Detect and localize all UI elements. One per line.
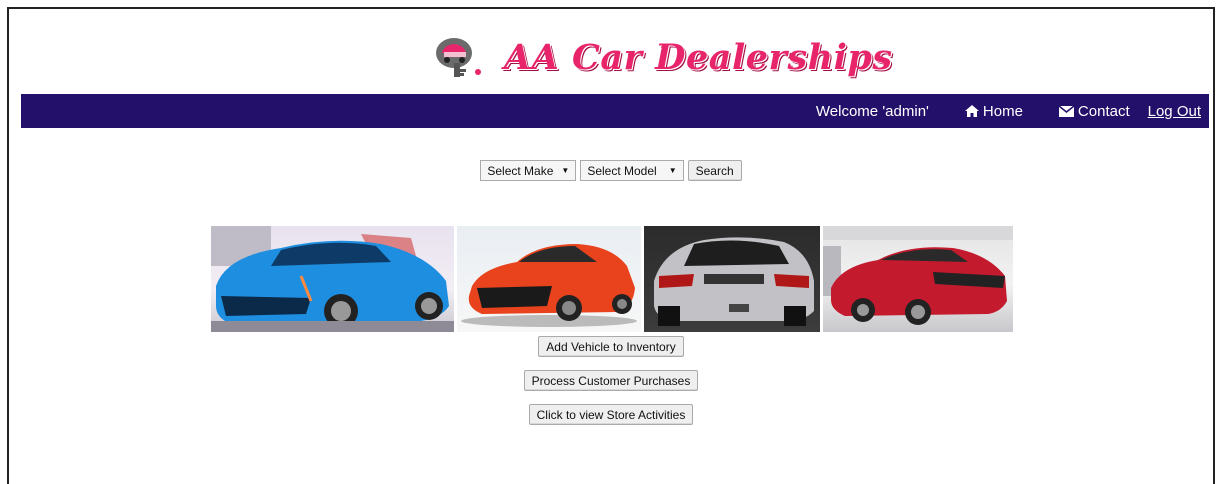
- vehicle-search-form: Select Make ▼ Select Model ▼ Search: [9, 160, 1213, 181]
- view-activities-row: Click to view Store Activities: [9, 404, 1213, 425]
- car-key-logo-icon: [434, 35, 490, 79]
- home-link[interactable]: Home: [947, 103, 1023, 120]
- process-purchases-button[interactable]: Process Customer Purchases: [523, 370, 699, 391]
- model-select[interactable]: Select Model ▼: [580, 160, 684, 181]
- add-vehicle-button[interactable]: Add Vehicle to Inventory: [538, 336, 684, 357]
- contact-link-label: Contact: [1077, 102, 1130, 120]
- car-image-blue-sedan: [211, 226, 454, 332]
- process-purchases-row: Process Customer Purchases: [9, 370, 1213, 391]
- car-image-silver-hatchback: [644, 226, 820, 332]
- home-link-label: Home: [982, 102, 1023, 120]
- add-vehicle-row: Add Vehicle to Inventory: [9, 336, 1213, 357]
- logo-bar: AA Car Dealerships: [9, 9, 1213, 95]
- model-select-value: Select Model: [587, 163, 657, 178]
- page-frame: AA Car Dealerships Welcome 'admin' Home …: [7, 7, 1215, 484]
- car-image-orange-sedan: [457, 226, 641, 332]
- welcome-text: Welcome 'admin': [815, 102, 929, 120]
- contact-link[interactable]: Contact: [1041, 103, 1130, 120]
- search-button[interactable]: Search: [687, 160, 742, 181]
- envelope-icon: [1058, 105, 1074, 117]
- top-navigation-bar: Welcome 'admin' Home Contact Log Out: [21, 94, 1209, 128]
- logout-link[interactable]: Log Out: [1148, 103, 1201, 120]
- chevron-down-icon: ▼: [561, 166, 570, 175]
- chevron-down-icon: ▼: [668, 166, 677, 175]
- home-icon: [964, 105, 979, 117]
- car-image-red-sedan: [823, 226, 1013, 332]
- car-gallery: [211, 226, 1013, 332]
- make-select-value: Select Make: [487, 163, 554, 178]
- view-activities-button[interactable]: Click to view Store Activities: [528, 404, 694, 425]
- site-logo[interactable]: AA Car Dealerships: [434, 35, 893, 79]
- make-select[interactable]: Select Make ▼: [480, 160, 577, 181]
- site-title: AA Car Dealerships: [504, 36, 893, 78]
